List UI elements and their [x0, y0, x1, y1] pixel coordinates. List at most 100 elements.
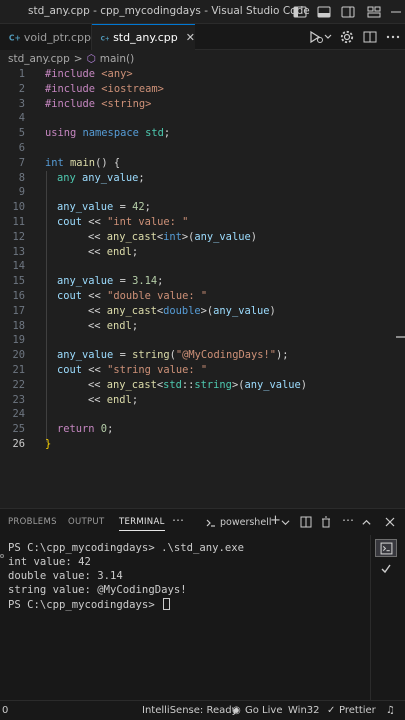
cube-icon: ⬡	[86, 53, 96, 65]
panel-tab-bar: PROBLEMS OUTPUT TERMINAL ⋯ powershell + …	[0, 509, 405, 535]
scrollbar-marker[interactable]	[396, 336, 405, 338]
title-bar: std_any.cpp - cpp_mycodingdays - Visual …	[0, 0, 405, 24]
code-line-2[interactable]: #include <iostream>	[45, 83, 164, 95]
code-line-3[interactable]: #include <string>	[45, 98, 151, 110]
toggle-primary-sidebar-icon[interactable]	[292, 4, 308, 20]
line-number: 21	[12, 364, 25, 376]
terminal-line: int value: 42	[8, 556, 91, 568]
terminal-list	[370, 535, 405, 701]
code-line-13[interactable]: << endl;	[88, 246, 138, 258]
code-line-8[interactable]: any any_value;	[57, 172, 145, 184]
tab-label: void_ptr.cpp	[23, 30, 91, 44]
line-number: 17	[12, 304, 25, 317]
shell-name[interactable]: powershell	[220, 517, 271, 528]
tab-label: std_any.cpp	[113, 31, 178, 44]
line-number: 7	[18, 156, 25, 169]
terminal-icon	[206, 519, 215, 527]
cpp-file-icon: C+	[9, 33, 20, 42]
new-terminal-icon[interactable]: +	[270, 513, 281, 528]
terminal-prompt[interactable]: PS C:\cpp_mycodingdays>	[8, 598, 171, 611]
line-number: 4	[18, 112, 25, 125]
terminal-line: string value: @MyCodingDays!	[8, 584, 187, 596]
broadcast-icon: ◉	[232, 705, 241, 716]
prettier-status[interactable]: Prettier	[339, 705, 376, 716]
intellisense-status[interactable]: IntelliSense: Ready	[142, 705, 238, 716]
code-line-5[interactable]: using namespace std;	[45, 127, 170, 139]
line-number: 15	[12, 275, 25, 288]
line-number: 23	[12, 393, 25, 406]
line-number: 1	[18, 68, 25, 80]
line-number: 22	[12, 378, 25, 391]
breadcrumb-file[interactable]: std_any.cpp	[8, 53, 70, 65]
line-number: 19	[12, 334, 25, 347]
terminal-instance-item[interactable]	[375, 539, 397, 557]
code-line-25[interactable]: return 0;	[57, 423, 113, 435]
tab-output[interactable]: OUTPUT	[68, 517, 104, 527]
code-line-21[interactable]: cout << "string value: "	[57, 364, 207, 376]
more-actions-icon[interactable]	[385, 29, 401, 45]
toggle-panel-icon[interactable]	[316, 4, 332, 20]
editor-tab-bar: C+ void_ptr.cpp C+ std_any.cpp ✕	[0, 24, 405, 50]
tab-terminal[interactable]: TERMINAL	[119, 517, 165, 531]
svg-text:C+: C+	[101, 36, 109, 42]
terminal-output[interactable]: PS C:\cpp_mycodingdays> .\std_any.exe in…	[0, 535, 368, 701]
code-line-10[interactable]: any_value = 42;	[57, 201, 151, 213]
terminal-cursor	[163, 598, 171, 610]
cpp-file-icon: C+	[101, 36, 109, 42]
maximize-panel-icon[interactable]	[361, 517, 372, 528]
tab-void-ptr[interactable]: C+ void_ptr.cpp	[0, 24, 92, 50]
line-number: 3	[18, 97, 25, 110]
bell-icon[interactable]: ♫	[386, 705, 395, 716]
tab-problems[interactable]: PROBLEMS	[8, 517, 57, 527]
customize-layout-icon[interactable]	[366, 4, 382, 20]
tab-std-any[interactable]: C+ std_any.cpp ✕	[92, 24, 195, 50]
code-line-11[interactable]: cout << "int value: "	[57, 216, 188, 228]
code-line-23[interactable]: << endl;	[88, 394, 138, 406]
code-line-12[interactable]: << any_cast<int>(any_value)	[88, 231, 257, 243]
close-tab-icon[interactable]: ✕	[186, 31, 195, 44]
minimize-icon[interactable]	[388, 4, 404, 20]
line-number: 9	[18, 186, 25, 199]
line-number: 10	[12, 201, 25, 214]
code-line-17[interactable]: << any_cast<double>(any_value)	[88, 305, 276, 317]
line-number: 8	[18, 171, 25, 184]
platform-indicator[interactable]: Win32	[288, 705, 320, 716]
line-number: 24	[12, 408, 25, 421]
line-number: 16	[12, 290, 25, 302]
trash-icon[interactable]	[320, 516, 332, 528]
code-line-20[interactable]: any_value = string("@MyCodingDays!");	[57, 349, 289, 361]
breadcrumb: std_any.cpp > ⬡ main()	[0, 50, 405, 68]
code-line-22[interactable]: << any_cast<std::string>(any_value)	[88, 379, 307, 391]
gear-icon[interactable]	[339, 29, 355, 45]
code-line-16[interactable]: cout << "double value: "	[57, 290, 207, 302]
svg-text:C+: C+	[9, 33, 20, 42]
more-panels-icon[interactable]: ⋯	[172, 513, 184, 527]
split-editor-icon[interactable]	[362, 29, 378, 45]
code-line-7[interactable]: int main() {	[45, 157, 120, 169]
chevron-down-icon[interactable]	[323, 29, 333, 45]
go-live-button[interactable]: Go Live	[245, 705, 282, 716]
status-bar: 0 IntelliSense: Ready ◉ Go Live Win32 ✓ …	[0, 700, 405, 720]
breadcrumb-separator: >	[73, 53, 83, 65]
more-actions-icon[interactable]: ⋯	[342, 513, 354, 527]
code-line-26[interactable]: }	[45, 438, 51, 450]
line-number: 2	[18, 82, 25, 95]
chevron-down-icon[interactable]	[281, 518, 290, 527]
command-decoration-icon[interactable]	[0, 554, 4, 558]
line-number: 11	[12, 216, 25, 228]
split-terminal-icon[interactable]	[300, 516, 312, 528]
code-editor[interactable]: 1 #include <any> 2 #include <iostream> 3 #i…	[0, 68, 405, 508]
code-line-15[interactable]: any_value = 3.14;	[57, 275, 163, 287]
error-count[interactable]: 0	[2, 705, 8, 716]
run-debug-icon[interactable]	[308, 29, 324, 45]
line-number: 20	[12, 349, 25, 362]
double-check-icon: ✓	[327, 705, 336, 716]
code-line-18[interactable]: << endl;	[88, 320, 138, 332]
breadcrumb-symbol[interactable]: main()	[100, 53, 134, 65]
close-icon[interactable]	[385, 517, 395, 527]
code-line-1[interactable]: #include <any>	[45, 68, 133, 80]
line-number: 18	[12, 319, 25, 332]
line-number: 14	[12, 260, 25, 273]
powershell-icon	[380, 542, 393, 555]
toggle-secondary-sidebar-icon[interactable]	[340, 4, 356, 20]
